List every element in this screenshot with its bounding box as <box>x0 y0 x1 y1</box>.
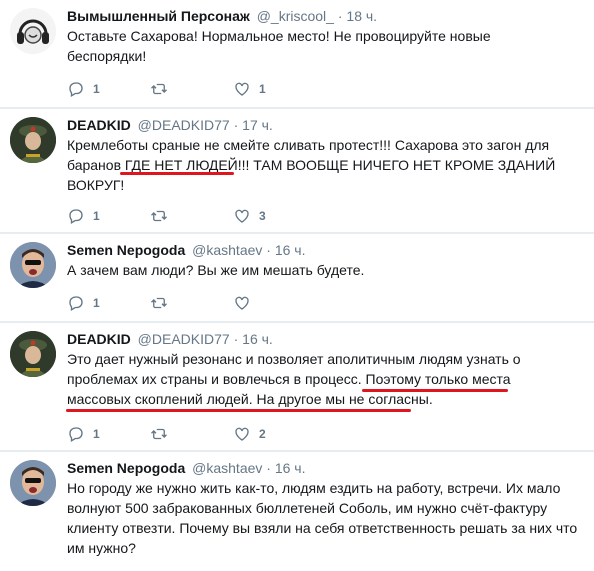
reply-icon <box>69 296 83 311</box>
reply-button[interactable]: 1 <box>67 80 150 98</box>
tweet-text: Это дает нужный резонанс и позволяет апо… <box>67 349 586 409</box>
red-underline <box>66 409 411 412</box>
tweet[interactable]: Semen Nepogoda @kashtaev · 16 ч. А зачем… <box>0 234 594 322</box>
action-bar: 1 <box>67 293 316 313</box>
text-fragment: баранов <box>67 157 125 173</box>
reply-icon <box>69 427 83 442</box>
selfie-avatar-icon <box>10 242 56 288</box>
tweet-header: DEADKID @DEADKID77 · 16 ч. <box>67 329 586 349</box>
heart-icon <box>235 296 249 310</box>
reply-icon <box>69 209 83 224</box>
tweet-text: А зачем вам люди? Вы же им мешать будете… <box>67 260 586 280</box>
retweet-icon <box>151 210 167 222</box>
tweet-text-line: массовых скоплений людей. На другое мы н… <box>67 391 433 407</box>
reply-count: 1 <box>93 427 100 441</box>
tweet[interactable]: DEADKID @DEADKID77 · 17 ч. Кремлеботы ср… <box>0 109 594 233</box>
tweet-text-line: им нужно? <box>67 540 136 556</box>
tweet-text-line: Кремлеботы сраные не смейте сливать прот… <box>67 137 550 153</box>
text-fragment: ТАМ ВООБЩЕ НИЧЕГО НЕТ КРОМЕ ЗДАНИЙ <box>249 157 556 173</box>
retweet-button[interactable] <box>150 80 233 98</box>
user-handle[interactable]: @kashtaev <box>192 242 262 258</box>
reply-button[interactable]: 1 <box>67 294 150 312</box>
uniform-avatar-icon <box>10 331 56 377</box>
avatar[interactable] <box>10 8 56 54</box>
avatar[interactable] <box>10 117 56 163</box>
tweet-header: Semen Nepogoda @kashtaev · 16 ч. <box>67 458 586 478</box>
tweet-text: Кремлеботы сраные не смейте сливать прот… <box>67 135 586 195</box>
reply-icon <box>69 82 83 97</box>
tweet-header: Вымышленный Персонаж @_kriscool_ · 18 ч. <box>67 6 586 26</box>
like-button[interactable] <box>233 294 316 312</box>
tweet[interactable]: Вымышленный Персонаж @_kriscool_ · 18 ч.… <box>0 0 594 108</box>
tweet-text-line: проблемах их страны и вовлечься в процес… <box>67 371 511 387</box>
tweet-header: DEADKID @DEADKID77 · 17 ч. <box>67 115 586 135</box>
reply-count: 1 <box>93 296 100 310</box>
action-bar: 1 2 <box>67 424 316 444</box>
heart-icon <box>235 82 249 96</box>
timestamp[interactable]: 16 ч. <box>275 460 306 476</box>
heart-icon <box>235 209 249 223</box>
retweet-button[interactable] <box>150 207 233 225</box>
underlined-text: ГДЕ НЕТ ЛЮДЕЙ!!! <box>124 157 250 173</box>
separator-dot: · <box>337 8 343 24</box>
like-count: 3 <box>259 209 266 223</box>
timestamp[interactable]: 16 ч. <box>242 331 273 347</box>
tweet-text-line: Но городу же нужно жить как-то, людям ез… <box>67 480 561 496</box>
reply-button[interactable]: 1 <box>67 207 150 225</box>
timestamp[interactable]: 17 ч. <box>242 117 273 133</box>
tweet-header: Semen Nepogoda @kashtaev · 16 ч. <box>67 240 586 260</box>
reply-count: 1 <box>93 209 100 223</box>
like-button[interactable]: 2 <box>233 425 316 443</box>
headphones-avatar-icon <box>10 8 56 54</box>
separator-dot: · <box>233 331 239 347</box>
retweet-button[interactable] <box>150 294 233 312</box>
reply-button[interactable]: 1 <box>67 425 150 443</box>
reply-count: 1 <box>93 82 100 96</box>
like-count: 1 <box>259 82 266 96</box>
selfie-avatar-icon <box>10 460 56 506</box>
heart-icon <box>235 427 249 441</box>
timestamp[interactable]: 16 ч. <box>275 242 306 258</box>
red-underline <box>362 389 508 392</box>
user-handle[interactable]: @DEADKID77 <box>138 331 230 347</box>
separator-dot: · <box>266 460 271 476</box>
separator-dot: · <box>233 117 239 133</box>
tweet-text-line: ВОКРУГ! <box>67 177 125 193</box>
like-count: 2 <box>259 427 266 441</box>
separator-dot: · <box>266 242 271 258</box>
tweet[interactable]: DEADKID @DEADKID77 · 16 ч. Это дает нужн… <box>0 323 594 451</box>
display-name[interactable]: Semen Nepogoda <box>67 460 185 476</box>
tweet[interactable]: Semen Nepogoda @kashtaev · 16 ч. Но горо… <box>0 452 594 571</box>
timestamp[interactable]: 18 ч. <box>346 8 377 24</box>
tweet-text-line: волнуют 500 забракованных бюллетеней Соб… <box>67 500 548 516</box>
tweet-text-line: Это дает нужный резонанс и позволяет апо… <box>67 351 521 367</box>
display-name[interactable]: DEADKID <box>67 331 131 347</box>
like-button[interactable]: 3 <box>233 207 316 225</box>
avatar[interactable] <box>10 242 56 288</box>
tweet-text-line: Оставьте Сахарова! Нормальное место! Не … <box>67 28 491 44</box>
action-bar: 1 3 <box>67 206 316 226</box>
tweet-text: Но городу же нужно жить как-то, людям ез… <box>67 478 586 558</box>
tweet-text-line: беспорядки! <box>67 48 147 64</box>
avatar[interactable] <box>10 331 56 377</box>
tweet-text-line: А зачем вам люди? Вы же им мешать будете… <box>67 262 365 278</box>
retweet-icon <box>151 428 167 440</box>
avatar[interactable] <box>10 460 56 506</box>
uniform-avatar-icon <box>10 117 56 163</box>
display-name[interactable]: Semen Nepogoda <box>67 242 185 258</box>
like-button[interactable]: 1 <box>233 80 316 98</box>
retweet-icon <box>151 83 167 95</box>
display-name[interactable]: Вымышленный Персонаж <box>67 8 250 24</box>
tweet-text-line: клиенту отвезти. Почему вы взяли на себя… <box>67 520 578 536</box>
user-handle[interactable]: @DEADKID77 <box>138 117 230 133</box>
action-bar: 1 1 <box>67 79 316 99</box>
tweet-text: Оставьте Сахарова! Нормальное место! Не … <box>67 26 586 66</box>
user-handle[interactable]: @kashtaev <box>192 460 262 476</box>
display-name[interactable]: DEADKID <box>67 117 131 133</box>
red-underline <box>120 172 234 175</box>
retweet-icon <box>151 297 167 309</box>
user-handle[interactable]: @_kriscool_ <box>257 8 334 24</box>
retweet-button[interactable] <box>150 425 233 443</box>
